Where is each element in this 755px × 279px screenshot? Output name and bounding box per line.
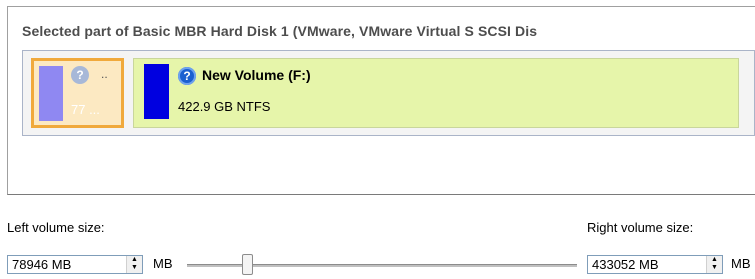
spin-down-icon[interactable]: ▼: [127, 264, 142, 272]
left-volume-input[interactable]: [8, 256, 128, 273]
partition-color-bar: [39, 66, 63, 121]
left-volume-spin-arrows[interactable]: ▲ ▼: [126, 256, 142, 273]
left-volume-label: Left volume size:: [7, 220, 105, 235]
question-icon: ?: [71, 66, 89, 84]
volume-name: New Volume (F:): [202, 67, 311, 83]
volume-split-slider-thumb[interactable]: [242, 254, 253, 275]
volume-size-fs: 422.9 GB NTFS: [178, 99, 271, 114]
partition-color-bar: [144, 64, 169, 119]
left-volume-unit: MB: [153, 256, 173, 271]
spin-up-icon[interactable]: ▲: [127, 256, 142, 264]
partition-label-truncated: ..: [101, 67, 108, 81]
question-icon: ?: [178, 67, 196, 85]
spin-up-icon[interactable]: ▲: [707, 256, 722, 264]
right-volume-input[interactable]: [588, 256, 708, 273]
right-volume-label: Right volume size:: [587, 220, 694, 235]
right-volume-unit: MB: [731, 256, 751, 271]
partition-new-volume[interactable]: ? New Volume (F:) 422.9 GB NTFS: [133, 58, 739, 128]
spin-down-icon[interactable]: ▼: [707, 264, 722, 272]
partition-small[interactable]: ? .. 77 ...: [31, 58, 124, 128]
partition-size-truncated: 77 ...: [71, 102, 100, 117]
left-volume-spinbox[interactable]: ▲ ▼: [7, 255, 143, 274]
right-volume-spin-arrows[interactable]: ▲ ▼: [706, 256, 722, 273]
right-volume-spinbox[interactable]: ▲ ▼: [587, 255, 723, 274]
group-title: Selected part of Basic MBR Hard Disk 1 (…: [22, 23, 538, 39]
